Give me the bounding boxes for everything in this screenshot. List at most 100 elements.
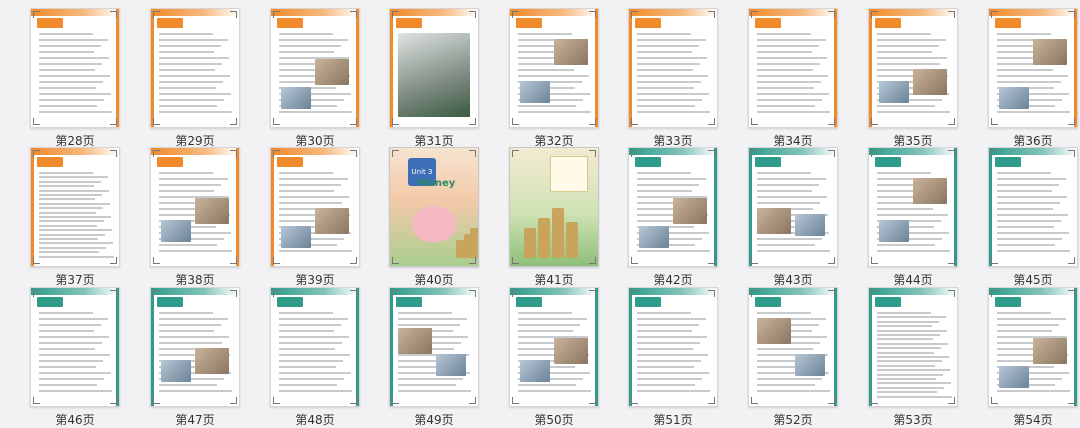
page-header-band: [749, 148, 837, 155]
text-line: [39, 69, 95, 71]
text-line: [39, 224, 97, 227]
page-label[interactable]: 第47页: [140, 411, 250, 428]
text-line: [279, 178, 348, 180]
page-label[interactable]: 第42页: [618, 271, 728, 288]
page-preview[interactable]: [868, 147, 958, 267]
crop-mark-icon: [751, 257, 758, 264]
page-preview[interactable]: [988, 147, 1078, 267]
page-edge-stripe: [390, 9, 393, 127]
text-line: [997, 324, 1059, 326]
page-preview[interactable]: [270, 8, 360, 128]
text-line: [518, 312, 572, 314]
text-line: [877, 316, 946, 319]
page-preview[interactable]: [509, 147, 599, 267]
page-label[interactable]: 第39页: [260, 271, 370, 288]
page-header-band: [629, 9, 717, 16]
crop-mark-icon: [33, 397, 40, 404]
page-label[interactable]: 第37页: [20, 271, 130, 288]
page-preview[interactable]: [509, 287, 599, 407]
page-label[interactable]: 第49页: [379, 411, 489, 428]
page-preview[interactable]: [628, 147, 718, 267]
page-preview[interactable]: [748, 8, 838, 128]
text-line: [637, 172, 691, 174]
page-preview[interactable]: [389, 8, 479, 128]
section-tab: [277, 297, 303, 307]
page-preview[interactable]: [30, 147, 120, 267]
crop-mark-icon: [1068, 11, 1075, 18]
text-line: [159, 99, 224, 101]
page-header-band: [989, 148, 1077, 155]
page-label[interactable]: 第44页: [858, 271, 968, 288]
text-line: [877, 364, 935, 367]
page-preview[interactable]: [748, 287, 838, 407]
text-line: [159, 250, 232, 252]
page-preview[interactable]: [628, 287, 718, 407]
section-tab: [277, 18, 303, 28]
page-preview[interactable]: [150, 287, 240, 407]
text-line: [39, 57, 109, 59]
text-line: [877, 391, 937, 394]
text-line: [39, 318, 108, 320]
page-preview[interactable]: [389, 287, 479, 407]
page-label[interactable]: 第48页: [260, 411, 370, 428]
page-preview[interactable]: [868, 287, 958, 407]
page-label[interactable]: 第52页: [738, 411, 848, 428]
page-label[interactable]: 第38页: [140, 271, 250, 288]
text-line: [279, 336, 349, 338]
page-header-band: [989, 9, 1077, 16]
text-line: [39, 211, 96, 214]
crop-mark-icon: [751, 150, 758, 157]
page-label[interactable]: 第54页: [978, 411, 1080, 428]
page-thumbnail-grid: 第28页 第29页 第30页 第31页 第32页 第33页 第34页 第35页 第36页 第37页…: [0, 0, 1080, 427]
crop-mark-icon: [392, 150, 399, 157]
illustration: [281, 226, 311, 248]
page-preview[interactable]: [30, 287, 120, 407]
text-line: [39, 255, 114, 258]
crop-mark-icon: [708, 397, 715, 404]
crop-mark-icon: [751, 118, 758, 125]
page-preview[interactable]: [988, 8, 1078, 128]
page-label[interactable]: 第46页: [20, 411, 130, 428]
text-line: [997, 196, 1067, 198]
text-line: [518, 324, 580, 326]
text-line: [159, 57, 229, 59]
text-line: [39, 238, 98, 240]
page-preview[interactable]: [628, 8, 718, 128]
crop-mark-icon: [589, 11, 596, 18]
text-line: [997, 69, 1053, 71]
page-preview[interactable]: [30, 8, 120, 128]
page-label[interactable]: 第45页: [978, 271, 1080, 288]
page-label[interactable]: 第43页: [738, 271, 848, 288]
illustration: [639, 226, 669, 248]
coin-stack-image: [566, 222, 578, 258]
text-line: [279, 390, 352, 392]
page-preview[interactable]: [270, 287, 360, 407]
page-header-band: [271, 148, 359, 155]
crop-mark-icon: [153, 11, 160, 18]
page-preview[interactable]: [509, 8, 599, 128]
crop-mark-icon: [948, 150, 955, 157]
text-line: [518, 330, 573, 332]
text-line: [997, 172, 1051, 174]
page-preview[interactable]: [748, 147, 838, 267]
page-label[interactable]: 第53页: [858, 411, 968, 428]
photo-block: [398, 33, 470, 117]
page-preview[interactable]: [868, 8, 958, 128]
crop-mark-icon: [469, 290, 476, 297]
page-preview[interactable]: [150, 147, 240, 267]
text-line: [757, 390, 830, 392]
page-preview[interactable]: [150, 8, 240, 128]
page-preview[interactable]: [270, 147, 360, 267]
text-line: [159, 390, 232, 392]
page-label[interactable]: 第51页: [618, 411, 728, 428]
text-line: [159, 87, 216, 89]
page-label[interactable]: 第50页: [499, 411, 609, 428]
section-tab: [755, 297, 781, 307]
page-preview[interactable]: Unit 3 Money: [389, 147, 479, 267]
page-label[interactable]: 第41页: [499, 271, 609, 288]
text-line: [637, 75, 708, 77]
page-label[interactable]: 第40页: [379, 271, 489, 288]
crop-mark-icon: [33, 11, 40, 18]
crop-mark-icon: [948, 11, 955, 18]
page-preview[interactable]: [988, 287, 1078, 407]
